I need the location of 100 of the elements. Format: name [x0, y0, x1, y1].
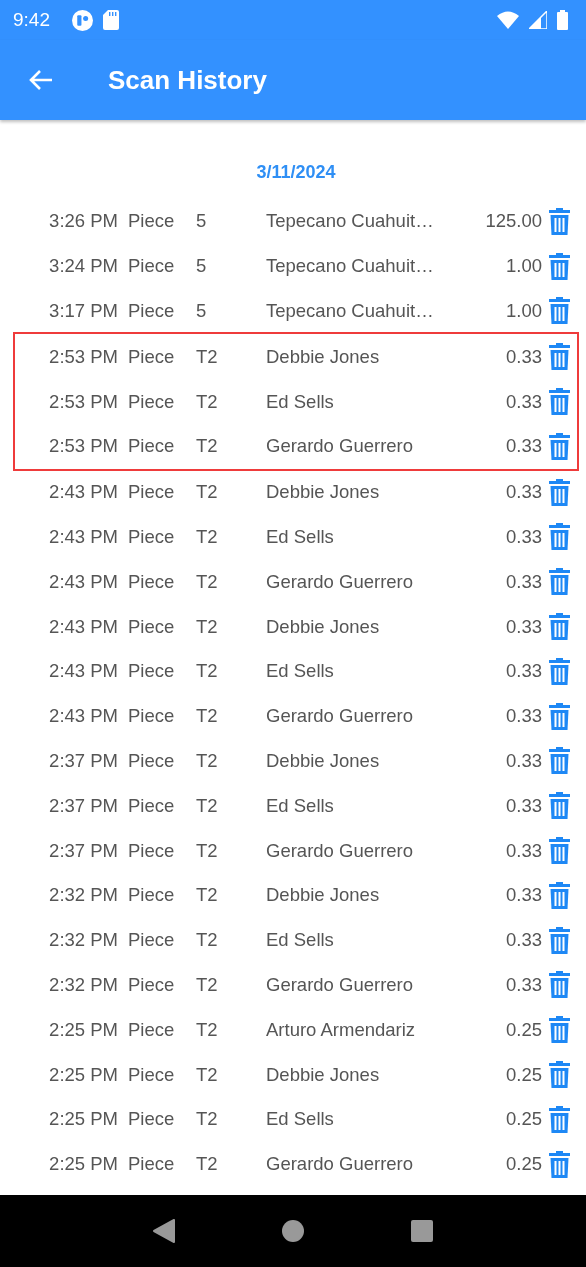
scan-type: Piece — [128, 255, 176, 278]
scan-amount: 1.00 — [506, 300, 542, 322]
scan-amount: 0.33 — [506, 884, 542, 907]
scan-code: T2 — [196, 929, 219, 952]
scan-amount: 0.25 — [506, 1153, 542, 1176]
employee-name: Gerardo Guerrero — [266, 570, 415, 593]
scan-code: T2 — [196, 525, 219, 548]
employee-name: Ed Sells — [266, 1108, 335, 1131]
scan-time: 2:32 PM — [48, 884, 118, 907]
signal-icon — [529, 11, 547, 29]
trash-icon[interactable] — [549, 297, 570, 325]
scan-code: 5 — [196, 255, 208, 278]
scan-time: 2:25 PM — [48, 1108, 118, 1131]
employee-name: Ed Sells — [266, 525, 335, 548]
date-heading: 3/11/2024 — [255, 161, 337, 184]
employee-name: Debbie Jones — [266, 749, 381, 772]
scan-code: T2 — [196, 1108, 219, 1131]
scan-time: 2:43 PM — [48, 705, 118, 728]
trash-icon[interactable] — [549, 388, 570, 416]
employee-name: Ed Sells — [266, 929, 335, 952]
scan-time: 2:43 PM — [48, 481, 118, 504]
recents-nav-icon[interactable] — [410, 1220, 433, 1242]
scan-type: Piece — [128, 570, 176, 593]
employee-name: Tepecano Cuahuit… — [266, 300, 435, 322]
scan-type: Piece — [128, 1063, 176, 1086]
trash-icon[interactable] — [549, 343, 570, 371]
back-nav-icon[interactable] — [153, 1219, 176, 1243]
employee-name: Debbie Jones — [266, 345, 381, 368]
trash-icon[interactable] — [549, 837, 570, 865]
trash-icon[interactable] — [549, 1105, 570, 1133]
employee-name: Arturo Armendariz — [266, 1018, 417, 1041]
scan-amount: 0.33 — [506, 570, 542, 593]
scan-amount: 0.25 — [506, 1063, 542, 1086]
scan-type: Piece — [128, 1018, 176, 1041]
scan-type: Piece — [128, 749, 176, 772]
scan-time: 2:43 PM — [48, 525, 118, 548]
scan-amount: 0.25 — [506, 1108, 542, 1131]
scan-amount: 0.33 — [506, 705, 542, 728]
scan-amount: 0.33 — [506, 435, 542, 458]
trash-icon[interactable] — [549, 207, 570, 235]
trash-icon[interactable] — [549, 478, 570, 506]
battery-icon — [557, 10, 568, 30]
trash-icon[interactable] — [549, 1061, 570, 1089]
scan-type: Piece — [128, 390, 176, 413]
scan-time: 2:37 PM — [48, 749, 118, 772]
scan-type: Piece — [128, 615, 176, 638]
scan-type: Piece — [128, 1108, 176, 1131]
scan-code: T2 — [196, 435, 219, 458]
home-nav-icon[interactable] — [282, 1220, 304, 1242]
trash-icon[interactable] — [549, 432, 570, 460]
trash-icon[interactable] — [549, 1150, 570, 1178]
trash-icon[interactable] — [549, 568, 570, 596]
trash-icon[interactable] — [549, 613, 570, 641]
trash-icon[interactable] — [549, 881, 570, 909]
employee-name: Debbie Jones — [266, 884, 381, 907]
scan-time: 2:53 PM — [48, 345, 118, 368]
trash-icon[interactable] — [549, 747, 570, 775]
employee-name: Gerardo Guerrero — [266, 973, 415, 996]
back-arrow-icon — [29, 69, 53, 91]
scan-code: T2 — [196, 570, 219, 593]
scan-amount: 0.33 — [506, 660, 542, 683]
scan-code: T2 — [196, 839, 219, 862]
trash-icon[interactable] — [549, 523, 570, 551]
scan-amount: 1.00 — [506, 255, 542, 278]
scan-type: Piece — [128, 525, 176, 548]
scan-time: 2:37 PM — [48, 794, 118, 817]
scan-code: T2 — [196, 390, 219, 413]
scan-type: Piece — [128, 973, 176, 996]
scan-amount: 0.33 — [506, 481, 542, 504]
scan-code: T2 — [196, 615, 219, 638]
scan-amount: 0.33 — [506, 525, 542, 548]
employee-name: Gerardo Guerrero — [266, 1153, 415, 1176]
scan-amount: 0.33 — [506, 345, 542, 368]
scan-code: 5 — [196, 210, 208, 233]
trash-icon[interactable] — [549, 971, 570, 999]
scan-time: 3:17 PM — [48, 300, 118, 322]
trash-icon[interactable] — [549, 702, 570, 730]
scan-amount: 0.33 — [506, 973, 542, 996]
employee-name: Ed Sells — [266, 660, 335, 683]
scan-amount: 0.33 — [506, 929, 542, 952]
scan-time: 2:25 PM — [48, 1018, 118, 1041]
scan-time: 3:24 PM — [48, 255, 118, 278]
status-time: 9:42 — [13, 9, 50, 31]
trash-icon[interactable] — [549, 792, 570, 820]
employee-name: Debbie Jones — [266, 615, 381, 638]
scan-amount: 0.33 — [506, 390, 542, 413]
scan-code: T2 — [196, 660, 219, 683]
scan-time: 2:53 PM — [48, 390, 118, 413]
trash-icon[interactable] — [549, 252, 570, 280]
scan-code: T2 — [196, 973, 219, 996]
scan-code: T2 — [196, 794, 219, 817]
scan-amount: 0.33 — [506, 749, 542, 772]
trash-icon[interactable] — [549, 926, 570, 954]
scan-code: T2 — [196, 749, 219, 772]
scan-time: 2:25 PM — [48, 1153, 118, 1176]
scan-time: 2:53 PM — [48, 435, 118, 458]
employee-name: Tepecano Cuahuit… — [266, 210, 435, 233]
trash-icon[interactable] — [549, 1016, 570, 1044]
scan-code: T2 — [196, 1063, 219, 1086]
trash-icon[interactable] — [549, 657, 570, 685]
